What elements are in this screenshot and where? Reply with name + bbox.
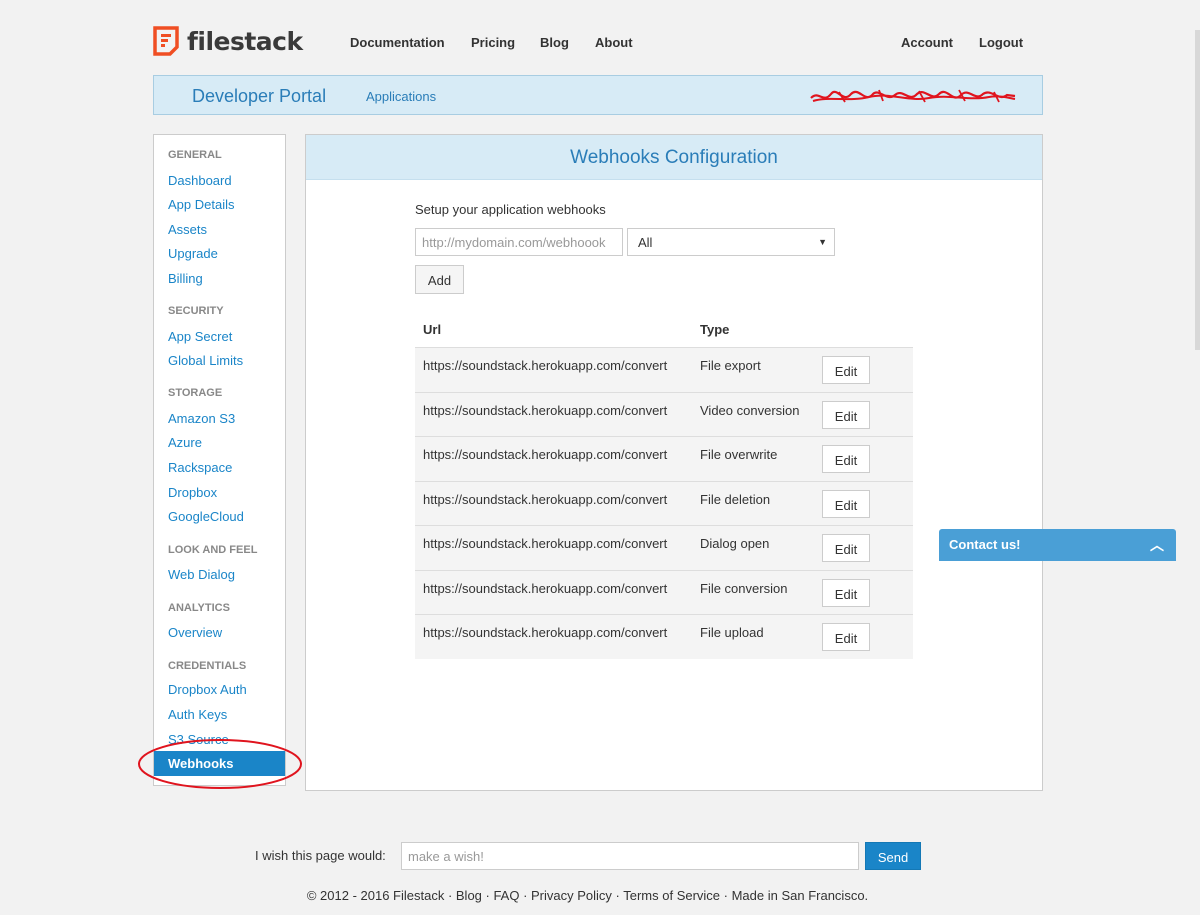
row-url: https://soundstack.herokuapp.com/convert: [423, 580, 668, 596]
webhooks-table: Url Type https://soundstack.herokuapp.co…: [415, 312, 913, 659]
row-type: File upload: [700, 625, 764, 640]
edit-button[interactable]: Edit: [822, 445, 870, 473]
webhook-type-select[interactable]: All ▼: [627, 228, 835, 256]
page-scrollbar[interactable]: [1195, 30, 1200, 350]
sidebar-section-credentials: CREDENTIALS: [168, 660, 247, 672]
nav-documentation[interactable]: Documentation: [350, 35, 445, 50]
sidebar-item-app-secret[interactable]: App Secret: [168, 329, 232, 344]
top-nav: filestack Documentation Pricing Blog Abo…: [0, 0, 1200, 75]
redacted-scribble: [810, 89, 1016, 103]
edit-button[interactable]: Edit: [822, 534, 870, 562]
sidebar-item-googlecloud[interactable]: GoogleCloud: [168, 509, 244, 524]
chevron-up-icon: ︿: [1150, 537, 1164, 553]
table-row: https://soundstack.herokuapp.com/convert…: [415, 347, 913, 392]
wish-label: I wish this page would:: [255, 848, 386, 863]
add-webhook-button[interactable]: Add: [415, 265, 464, 294]
sidebar-item-azure[interactable]: Azure: [168, 435, 202, 450]
sidebar-item-dropbox-auth[interactable]: Dropbox Auth: [168, 682, 247, 697]
edit-button[interactable]: Edit: [822, 623, 870, 651]
table-row: https://soundstack.herokuapp.com/convert…: [415, 614, 913, 659]
row-url: https://soundstack.herokuapp.com/convert: [423, 491, 668, 507]
sidebar-section-storage: STORAGE: [168, 387, 223, 399]
row-type: Dialog open: [700, 536, 770, 551]
sidebar-item-rackspace[interactable]: Rackspace: [168, 460, 232, 475]
sidebar-section-look-and-feel: LOOK AND FEEL: [168, 544, 258, 556]
sidebar-item-billing[interactable]: Billing: [168, 271, 203, 286]
table-row: https://soundstack.herokuapp.com/convert…: [415, 525, 913, 570]
edit-button[interactable]: Edit: [822, 578, 870, 607]
row-url: https://soundstack.herokuapp.com/convert: [423, 625, 668, 640]
sidebar-section-general: GENERAL: [168, 149, 222, 161]
sidebar-item-app-details[interactable]: App Details: [168, 197, 234, 212]
nav-logout[interactable]: Logout: [979, 35, 1023, 50]
dropdown-caret-icon: ▼: [818, 237, 827, 247]
row-type: File overwrite: [700, 447, 778, 462]
portal-title[interactable]: Developer Portal: [192, 86, 326, 107]
sidebar-section-analytics: ANALYTICS: [168, 602, 230, 614]
row-url: https://soundstack.herokuapp.com/convert: [423, 447, 668, 462]
main-panel: Webhooks Configuration Setup your applic…: [305, 134, 1043, 791]
sidebar-section-security: SECURITY: [168, 305, 224, 317]
row-url: https://soundstack.herokuapp.com/convert: [423, 536, 668, 551]
table-row: https://soundstack.herokuapp.com/convert…: [415, 436, 913, 481]
sidebar-item-web-dialog[interactable]: Web Dialog: [168, 567, 235, 582]
row-type: File conversion: [700, 580, 788, 596]
sidebar-item-assets[interactable]: Assets: [168, 222, 207, 237]
nav-pricing[interactable]: Pricing: [471, 35, 515, 50]
edit-button[interactable]: Edit: [822, 356, 870, 384]
column-header-url: Url: [423, 322, 442, 337]
contact-us-label: Contact us!: [949, 537, 1021, 552]
table-header: Url Type: [415, 312, 913, 347]
row-url: https://soundstack.herokuapp.com/convert: [423, 402, 668, 418]
filestack-logo-icon: [153, 26, 179, 56]
portal-bar: Developer Portal Applications: [153, 75, 1043, 115]
wish-input[interactable]: [401, 842, 859, 870]
sidebar-item-amazon-s3[interactable]: Amazon S3: [168, 411, 235, 426]
table-row: https://soundstack.herokuapp.com/convert…: [415, 569, 913, 614]
footer-links[interactable]: © 2012 - 2016 Filestack · Blog · FAQ · P…: [0, 888, 1175, 903]
nav-about[interactable]: About: [595, 35, 633, 50]
sidebar-item-global-limits[interactable]: Global Limits: [168, 353, 243, 368]
nav-account[interactable]: Account: [901, 35, 953, 50]
applications-link[interactable]: Applications: [366, 89, 436, 104]
row-type: Video conversion: [700, 402, 800, 418]
sidebar-item-overview[interactable]: Overview: [168, 625, 222, 640]
filestack-logo[interactable]: filestack: [153, 26, 303, 56]
sidebar-item-dashboard[interactable]: Dashboard: [168, 173, 232, 188]
edit-button[interactable]: Edit: [822, 400, 870, 429]
setup-label: Setup your application webhooks: [415, 202, 606, 217]
send-button[interactable]: Send: [865, 842, 921, 870]
page-title: Webhooks Configuration: [570, 147, 778, 168]
sidebar-item-auth-keys[interactable]: Auth Keys: [168, 707, 227, 722]
row-type: File export: [700, 358, 761, 373]
sidebar-item-dropbox[interactable]: Dropbox: [168, 485, 217, 500]
row-type: File deletion: [700, 491, 771, 507]
panel-header: Webhooks Configuration: [306, 135, 1042, 180]
table-row: https://soundstack.herokuapp.com/convert…: [415, 480, 913, 525]
webhook-url-input[interactable]: [415, 228, 623, 256]
sidebar: GENERAL Dashboard App Details Assets Upg…: [153, 134, 286, 786]
edit-button[interactable]: Edit: [822, 489, 870, 518]
row-url: https://soundstack.herokuapp.com/convert: [423, 358, 668, 373]
annotation-ellipse: [138, 739, 302, 789]
nav-blog[interactable]: Blog: [540, 35, 569, 50]
column-header-type: Type: [700, 322, 730, 337]
webhook-type-value: All: [638, 235, 653, 250]
contact-us-tab[interactable]: Contact us! ︿: [939, 529, 1176, 561]
sidebar-item-upgrade[interactable]: Upgrade: [168, 246, 218, 261]
brand-name: filestack: [187, 26, 303, 56]
table-row: https://soundstack.herokuapp.com/convert…: [415, 391, 913, 436]
